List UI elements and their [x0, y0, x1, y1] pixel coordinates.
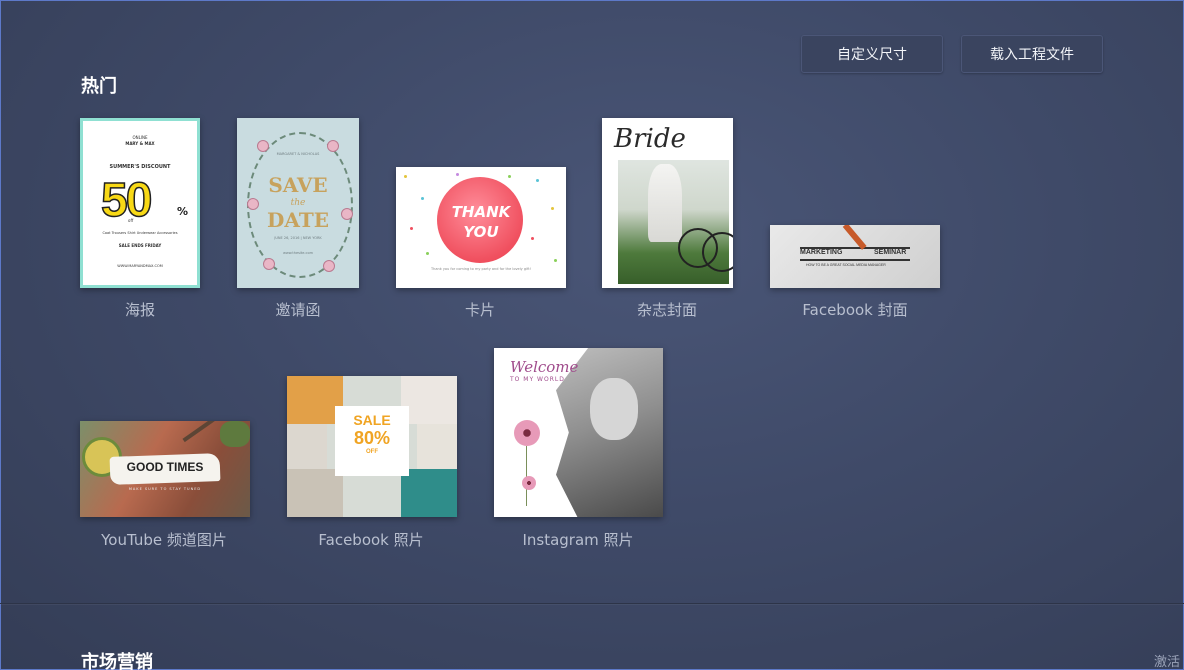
custom-size-button[interactable]: 自定义尺寸: [801, 35, 943, 73]
instagram-thumb-title: Welcome: [510, 358, 579, 376]
pen-icon: [182, 421, 218, 443]
instagram-label[interactable]: Instagram 照片: [522, 529, 633, 550]
dress-figure: [648, 164, 682, 242]
instagram-thumbnail[interactable]: Welcome TO MY WORLD: [494, 348, 663, 517]
youtube-thumb-sub: MAKE SURE TO STAY TUNED: [128, 487, 202, 491]
invitation-thumb-footer: www.thesite.com: [282, 251, 314, 255]
flower-icon: [522, 476, 536, 490]
magazine-thumbnail[interactable]: Bride: [602, 118, 733, 288]
magazine-label[interactable]: 杂志封面: [637, 299, 697, 320]
shoe-photo: [401, 469, 457, 517]
shoe-photo: [287, 424, 327, 469]
instagram-thumb-sub: TO MY WORLD: [510, 376, 565, 383]
shoe-photo: [401, 376, 457, 424]
invitation-thumb-the: the: [290, 198, 306, 208]
flower-icon: [514, 420, 540, 446]
card-label[interactable]: 卡片: [465, 299, 495, 320]
flower-icon: [263, 258, 275, 270]
invitation-thumbnail[interactable]: MARGARET & NICHOLAS SAVE the DATE JUNE 2…: [237, 118, 359, 288]
poster-thumb-off: off: [128, 218, 134, 223]
card-thumb-note: Thank you for coming to my party and for…: [430, 267, 532, 271]
magazine-thumb-title: Bride: [614, 124, 686, 154]
poster-thumb-headline: SUMMER'S DISCOUNT: [109, 164, 171, 170]
poster-thumb-percent: %: [177, 205, 189, 218]
flower-icon: [327, 140, 339, 152]
load-project-button[interactable]: 载入工程文件: [961, 35, 1103, 73]
section-title-hot: 热门: [81, 76, 117, 97]
facebook-cover-thumbnail[interactable]: MARKETING SEMINAR HOW TO BE A GREAT SOCI…: [770, 225, 940, 288]
poster-thumbnail[interactable]: ONLINE MARY & MAX SUMMER'S DISCOUNT 50 %…: [80, 118, 200, 288]
section-divider: [0, 603, 1184, 604]
card-thumbnail[interactable]: THANK YOU Thank you for coming to my par…: [396, 167, 566, 288]
invitation-thumb-when: JUNE 26, 2016 | NEW YORK: [274, 236, 322, 240]
poster-label[interactable]: 海报: [125, 299, 155, 320]
poster-thumb-brand: MARY & MAX: [125, 141, 155, 146]
poster-thumb-number: 50: [100, 173, 153, 228]
fb-photo-thumb-sale: SALE: [353, 412, 391, 428]
shoe-photo: [287, 469, 343, 517]
facebook-cover-label[interactable]: Facebook 封面: [802, 299, 907, 320]
invitation-label[interactable]: 邀请函: [275, 299, 320, 320]
plant-icon: [220, 421, 250, 447]
fb-photo-thumb-off: OFF: [366, 449, 378, 455]
card-thumb-line2: YOU: [463, 223, 499, 241]
poster-thumb-items: Coat Trousers Shirt Underwear Accessorie…: [102, 231, 178, 235]
fb-photo-thumb-pct: 80%: [353, 428, 391, 448]
invitation-thumb-save: SAVE: [268, 173, 328, 197]
invitation-thumb-names: MARGARET & NICHOLAS: [276, 152, 320, 156]
section-title-marketing: 市场营销: [81, 652, 153, 670]
poster-thumb-footer: WWW.MARYANDMAX.COM: [117, 264, 163, 268]
window-frame: [0, 0, 1184, 670]
sale-badge: SALE 80% OFF: [335, 406, 409, 476]
magazine-photo: [618, 160, 733, 284]
cover-thumb-left: MARKETING: [800, 249, 843, 256]
poster-thumb-top: ONLINE: [132, 135, 148, 140]
face-figure: [590, 378, 638, 440]
cover-thumb-right: SEMINAR: [874, 249, 907, 256]
activation-watermark: 激活: [1153, 655, 1180, 670]
invitation-thumb-date: DATE: [267, 208, 329, 232]
card-thumb-line1: THANK: [451, 203, 511, 221]
youtube-thumbnail[interactable]: GOOD TIMES MAKE SURE TO STAY TUNED: [80, 421, 250, 517]
facebook-photo-label[interactable]: Facebook 照片: [318, 529, 423, 550]
shoe-photo: [417, 424, 457, 469]
cover-line: [800, 259, 910, 261]
flower-icon: [257, 140, 269, 152]
youtube-label[interactable]: YouTube 频道图片: [101, 529, 227, 550]
youtube-thumb-text: GOOD TIMES: [126, 460, 204, 474]
flower-icon: [323, 260, 335, 272]
facebook-photo-thumbnail[interactable]: SALE 80% OFF: [287, 376, 457, 517]
poster-thumb-sale: SALE ENDS FRIDAY: [118, 243, 162, 248]
cover-thumb-sub: HOW TO BE A GREAT SOCIAL MEDIA MANAGER: [806, 263, 886, 267]
